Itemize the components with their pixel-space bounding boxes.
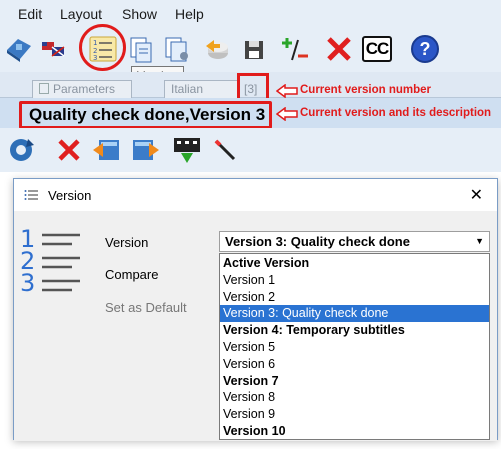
svg-text:3: 3 bbox=[20, 269, 35, 295]
delete-subtitle-icon[interactable] bbox=[52, 133, 86, 167]
main-toolbar: 123 CC ? bbox=[0, 28, 501, 72]
refresh-icon[interactable] bbox=[4, 133, 38, 167]
version-title-highlight: Quality check done,Version 3 bbox=[19, 101, 272, 129]
document-icon bbox=[39, 83, 49, 94]
tab-language[interactable]: Italian (Italy) bbox=[164, 80, 240, 110]
menu-edit[interactable]: Edit bbox=[18, 6, 42, 22]
move-left-icon[interactable] bbox=[90, 133, 124, 167]
version-option[interactable]: Version 6 bbox=[220, 356, 489, 373]
app-icon[interactable] bbox=[2, 32, 36, 66]
help-icon[interactable]: ? bbox=[408, 32, 442, 66]
chevron-down-icon[interactable]: ▼ bbox=[475, 236, 484, 246]
add-remove-icon[interactable] bbox=[278, 32, 312, 66]
tab-parameters[interactable]: Parameters bbox=[32, 80, 132, 98]
version-option[interactable]: Version 5 bbox=[220, 339, 489, 356]
version-option[interactable]: Version 4: Temporary subtitles bbox=[220, 322, 489, 339]
cc-label: CC bbox=[362, 36, 392, 62]
version-options-list: Active Version Version 1 Version 2 Version … bbox=[219, 253, 490, 440]
version-dialog: Version ✕ 1 2 3 Version Compare Set as D… bbox=[13, 178, 498, 441]
numbered-list-icon: 1 2 3 bbox=[20, 225, 80, 295]
import-icon[interactable] bbox=[200, 32, 234, 66]
version-select-value: Version 3: Quality check done bbox=[225, 234, 410, 249]
dialog-title: Version bbox=[48, 188, 92, 203]
flag-icon[interactable] bbox=[36, 32, 70, 66]
document-copy-icon[interactable] bbox=[124, 32, 158, 66]
menu-layout[interactable]: Layout bbox=[60, 6, 102, 22]
version-option[interactable]: Version 1 bbox=[220, 272, 489, 289]
closed-caption-icon[interactable]: CC bbox=[360, 32, 394, 66]
version-option[interactable]: Version 7 bbox=[220, 373, 489, 390]
close-icon[interactable]: ✕ bbox=[470, 185, 483, 205]
secondary-toolbar bbox=[0, 128, 501, 172]
film-download-icon[interactable] bbox=[170, 133, 204, 167]
version-icon-highlight bbox=[79, 24, 126, 71]
menu-bar: Edit Layout Show Help bbox=[0, 0, 501, 28]
version-number-highlight bbox=[237, 73, 269, 101]
version-select[interactable]: Version 3: Quality check done ▼ bbox=[219, 231, 490, 252]
magic-wand-icon[interactable] bbox=[208, 133, 242, 167]
annotation-version-description: Current version and its description bbox=[300, 107, 492, 119]
version-option[interactable]: Version 10 bbox=[220, 423, 489, 440]
annotation-version-number: Current version number bbox=[300, 84, 431, 96]
version-label: Version bbox=[105, 235, 149, 250]
version-list-icon bbox=[24, 188, 40, 202]
dialog-body: 1 2 3 Version Compare Set as Default Ver… bbox=[14, 211, 497, 441]
document-settings-icon[interactable] bbox=[160, 32, 194, 66]
version-option[interactable]: Active Version bbox=[220, 255, 489, 272]
save-icon[interactable] bbox=[238, 32, 272, 66]
move-right-icon[interactable] bbox=[128, 133, 162, 167]
tab-parameters-label: Parameters bbox=[53, 82, 116, 96]
version-option[interactable]: Version 3: Quality check done bbox=[220, 305, 489, 323]
set-default-label[interactable]: Set as Default bbox=[105, 300, 187, 315]
version-title: Quality check done,Version 3 bbox=[29, 105, 266, 124]
left-arrow-icon bbox=[276, 84, 298, 98]
compare-label: Compare bbox=[105, 267, 159, 282]
dialog-title-bar: Version ✕ bbox=[14, 179, 497, 211]
menu-help[interactable]: Help bbox=[175, 6, 204, 22]
left-arrow-icon bbox=[276, 107, 298, 121]
version-option[interactable]: Version 2 bbox=[220, 289, 489, 306]
help-label: ? bbox=[411, 35, 439, 63]
delete-icon[interactable] bbox=[322, 32, 356, 66]
version-option[interactable]: Version 9 bbox=[220, 406, 489, 423]
menu-show[interactable]: Show bbox=[122, 6, 157, 22]
version-option[interactable]: Version 8 bbox=[220, 389, 489, 406]
